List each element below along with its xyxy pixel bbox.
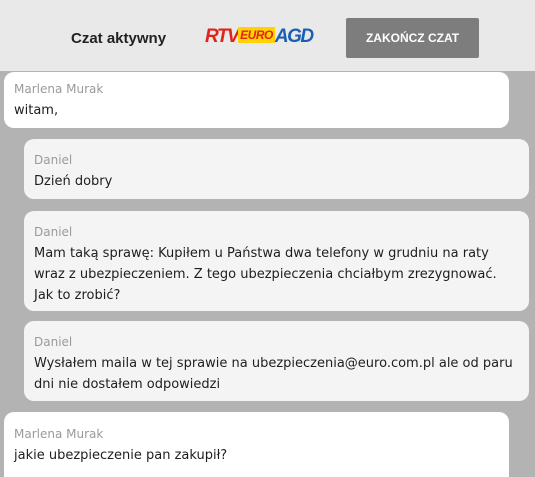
logo-part-agd: AGD bbox=[274, 26, 314, 47]
message-text: jakie ubezpieczenie pan zakupił? bbox=[14, 448, 228, 463]
message-author: Daniel bbox=[34, 153, 73, 167]
message-text: Mam taką sprawę: Kupiłem u Państwa dwa t… bbox=[34, 246, 497, 303]
message-text: Dzień dobry bbox=[34, 174, 113, 189]
rtv-euro-agd-logo: RTV EURO AGD bbox=[205, 26, 317, 48]
end-chat-button[interactable]: ZAKOŃCZ CZAT bbox=[346, 18, 479, 58]
chat-message: Daniel Mam taką sprawę: Kupiłem u Państw… bbox=[24, 211, 529, 311]
message-text: Wysłałem maila w tej sprawie na ubezpiec… bbox=[34, 356, 513, 392]
chat-message: Marlena Murak witam, bbox=[4, 72, 509, 128]
chat-header: Czat aktywny RTV EURO AGD ZAKOŃCZ CZAT bbox=[0, 0, 535, 71]
chat-message: Daniel Dzień dobry bbox=[24, 139, 529, 199]
logo-part-euro: EURO bbox=[238, 27, 275, 43]
message-text: witam, bbox=[14, 103, 59, 118]
chat-message: Daniel Wysłałem maila w tej sprawie na u… bbox=[24, 321, 529, 401]
logo-part-rtv: RTV bbox=[205, 26, 240, 47]
message-author: Marlena Murak bbox=[14, 82, 104, 96]
message-author: Marlena Murak bbox=[14, 427, 104, 441]
chat-message: Marlena Murak jakie ubezpieczenie pan za… bbox=[4, 412, 509, 477]
message-author: Daniel bbox=[34, 225, 73, 239]
message-author: Daniel bbox=[34, 335, 73, 349]
chat-status-label: Czat aktywny bbox=[71, 30, 167, 47]
